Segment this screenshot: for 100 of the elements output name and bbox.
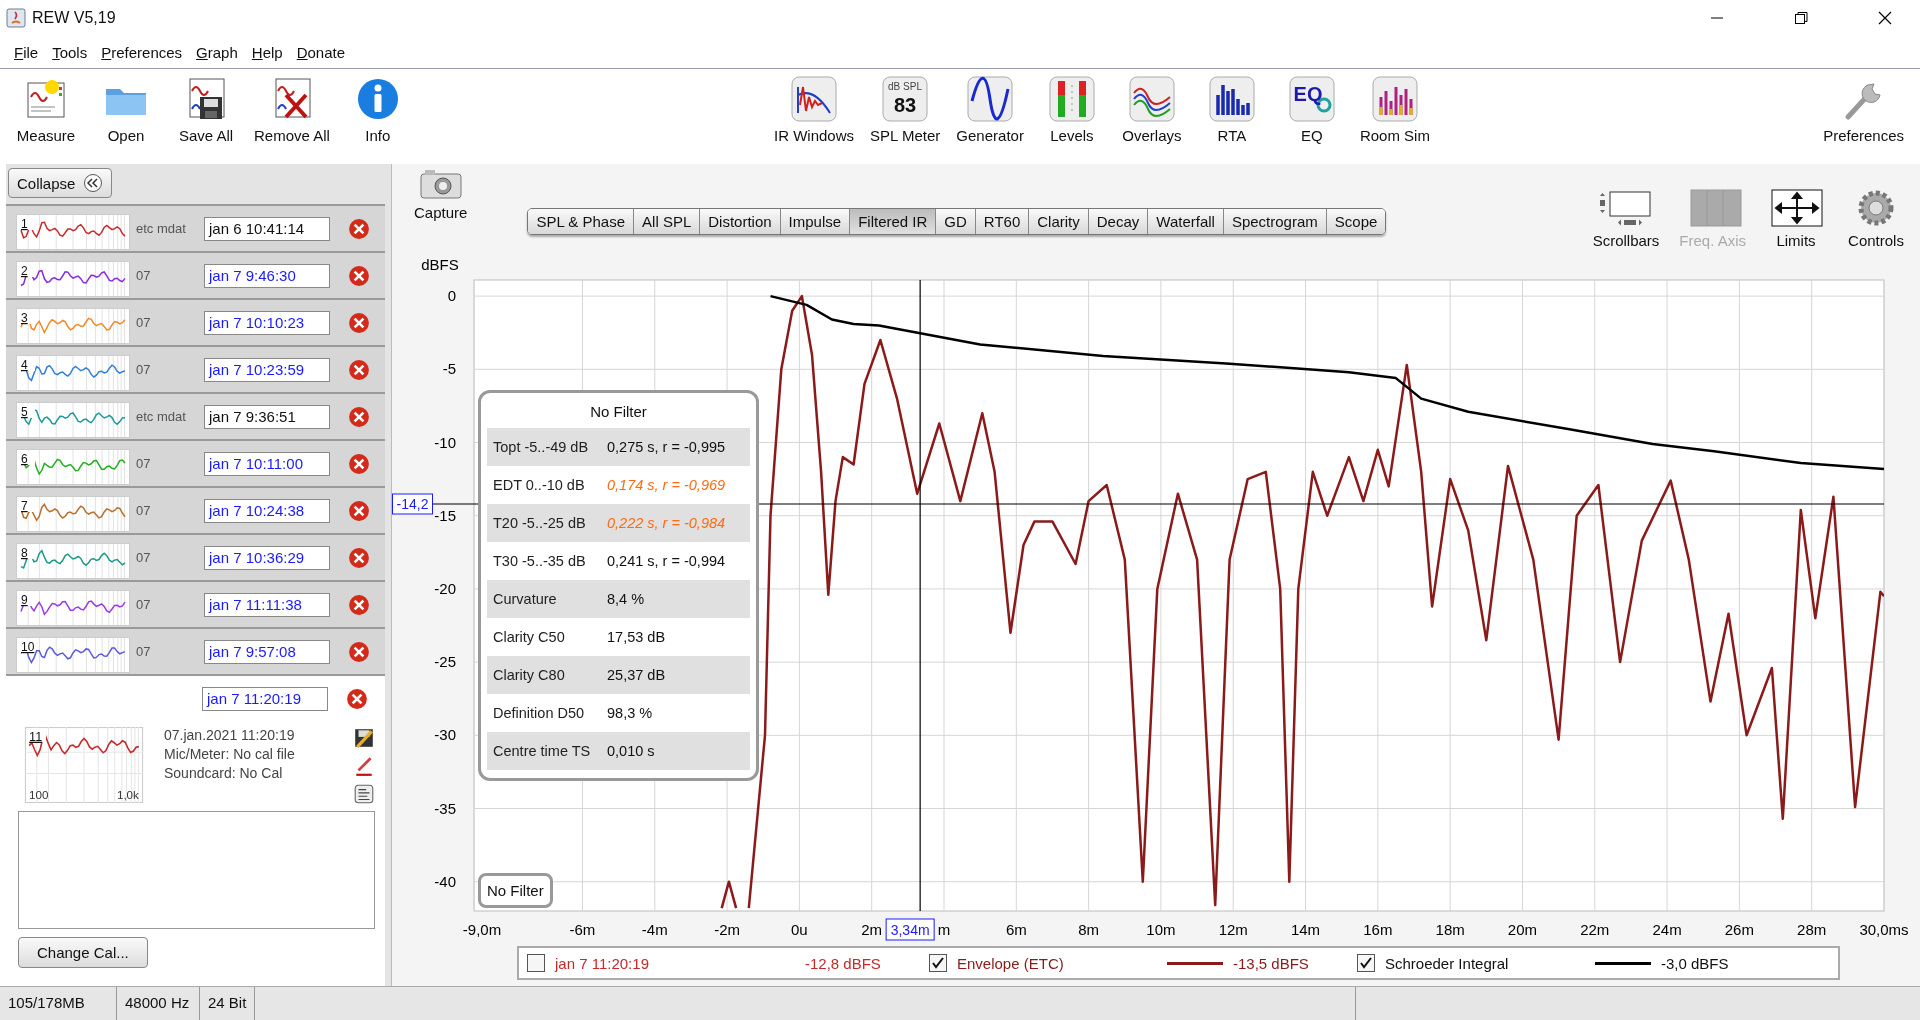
- measurement-item[interactable]: 5 etc mdat jan 7 9:36:51: [6, 392, 385, 439]
- measurement-name-field[interactable]: jan 7 9:46:30: [204, 263, 330, 288]
- toolbar-button[interactable]: Open: [86, 75, 166, 144]
- graph-tab[interactable]: Filtered IR: [850, 209, 937, 234]
- checkbox[interactable]: [929, 954, 947, 972]
- menu-item[interactable]: File: [14, 43, 39, 61]
- measurement-note: 07: [136, 455, 152, 472]
- measurement-item[interactable]: 9 07 jan 7 11:11:38: [6, 580, 385, 627]
- meter-icon: dB SPL 83: [881, 75, 930, 123]
- response-thumbnail: 8: [16, 543, 130, 579]
- restore-icon[interactable]: [1793, 10, 1809, 26]
- measurement-name-field[interactable]: jan 7 10:11:00: [204, 451, 330, 476]
- menu-item[interactable]: Preferences: [101, 43, 183, 61]
- remove-icon[interactable]: [348, 452, 370, 475]
- axis-tick-label: 8m: [1078, 921, 1100, 938]
- graph-tab[interactable]: Scope: [1326, 209, 1386, 234]
- measurement-item[interactable]: 7 07 jan 7 10:24:38: [6, 486, 385, 533]
- measurement-name-field[interactable]: jan 7 10:23:59: [204, 357, 330, 382]
- measurement-item[interactable]: 8 07 jan 7 10:36:29: [6, 533, 385, 580]
- graph-tab[interactable]: Decay: [1088, 209, 1149, 234]
- remove-icon[interactable]: [348, 311, 370, 334]
- toolbar-button[interactable]: dB SPL 83 SPL Meter: [862, 75, 949, 144]
- notes-field[interactable]: [18, 811, 375, 929]
- remove-icon[interactable]: [348, 499, 370, 522]
- measurement-name-field[interactable]: jan 7 11:20:19: [202, 686, 328, 711]
- toolbar-button[interactable]: EQ EQ: [1271, 75, 1352, 144]
- axis-tick-label: -6m: [569, 921, 596, 938]
- toolbar-button[interactable]: Save All: [166, 75, 246, 144]
- measurement-name-field[interactable]: jan 7 10:10:23: [204, 310, 330, 335]
- measurement-note: 07: [136, 502, 152, 519]
- measurement-name-field[interactable]: jan 7 10:36:29: [204, 545, 330, 570]
- remove-icon[interactable]: [348, 640, 370, 663]
- axis-tick-label: -15: [434, 506, 456, 524]
- remove-icon[interactable]: [348, 264, 370, 287]
- save-pencil-icon[interactable]: [353, 727, 375, 749]
- filter-button[interactable]: No Filter: [478, 873, 553, 908]
- toolbar-button[interactable]: Preferences: [1815, 75, 1912, 144]
- graph-tab[interactable]: GD: [936, 209, 976, 234]
- menu-item[interactable]: Help: [251, 43, 283, 61]
- measurement-item[interactable]: 2 07 jan 7 9:46:30: [6, 251, 385, 298]
- toolbar-button[interactable]: Measure: [6, 75, 86, 144]
- pen-icon[interactable]: [353, 755, 375, 777]
- stat-label: Topt -5..-49 dB: [493, 439, 590, 455]
- axis-tick-label: -2m: [714, 921, 740, 938]
- toolbar-button[interactable]: IR Windows: [766, 75, 863, 144]
- menu-item[interactable]: Donate: [296, 43, 346, 61]
- graph-tab[interactable]: Spectrogram: [1223, 209, 1327, 234]
- menu-item[interactable]: Graph: [196, 43, 238, 61]
- cursor-readout: -14,2: [392, 493, 433, 515]
- graph-tab[interactable]: All SPL: [634, 209, 701, 234]
- remove-icon[interactable]: [348, 358, 370, 381]
- graph-tool-button[interactable]: Limits: [1760, 188, 1832, 249]
- measurement-name-field[interactable]: jan 7 9:57:08: [204, 639, 330, 664]
- soundcard-calibration: Soundcard: No Cal: [164, 765, 284, 781]
- notes-icon[interactable]: [353, 783, 375, 805]
- measurement-item[interactable]: 6 07 jan 7 10:11:00: [6, 439, 385, 486]
- toolbar-button[interactable]: Generator: [948, 75, 1032, 144]
- measurement-item[interactable]: 10 07 jan 7 9:57:08: [6, 627, 385, 674]
- collapse-button[interactable]: Collapse: [8, 168, 113, 198]
- remove-icon[interactable]: [346, 687, 368, 710]
- graph-tool-button[interactable]: Scrollbars: [1586, 188, 1666, 249]
- remove-icon[interactable]: [348, 593, 370, 616]
- graph-tab[interactable]: Distortion: [700, 209, 781, 234]
- measurement-name-field[interactable]: jan 7 10:24:38: [204, 498, 330, 523]
- graph-tab[interactable]: Waterfall: [1148, 209, 1224, 234]
- toolbar-button[interactable]: RTA: [1191, 75, 1272, 144]
- graph-tab[interactable]: SPL & Phase: [528, 209, 635, 234]
- menu-item[interactable]: Tools: [52, 43, 88, 61]
- change-cal-button[interactable]: Change Cal...: [18, 937, 148, 968]
- toolbar-button[interactable]: Remove All: [246, 75, 338, 144]
- toolbar-button[interactable]: Levels: [1031, 75, 1112, 144]
- response-thumbnail: 10: [16, 637, 130, 673]
- close-icon[interactable]: [1877, 10, 1893, 26]
- toolbar-button[interactable]: Overlays: [1111, 75, 1192, 144]
- checkbox[interactable]: [1357, 954, 1375, 972]
- measurement-item[interactable]: 1 etc mdat jan 6 10:41:14: [6, 204, 385, 251]
- measurement-name-field[interactable]: jan 7 9:36:51: [204, 404, 330, 429]
- capture-button[interactable]: Capture: [414, 168, 468, 221]
- graph-tool-button[interactable]: Controls: [1840, 188, 1912, 249]
- stat-label: Definition D50: [493, 705, 586, 721]
- measurement-item[interactable]: 4 07 jan 7 10:23:59: [6, 345, 385, 392]
- measurement-name-field[interactable]: jan 6 10:41:14: [204, 216, 330, 241]
- stat-value: 98,3 %: [607, 705, 653, 721]
- graph-tab[interactable]: Impulse: [780, 209, 851, 234]
- graph-tab[interactable]: RT60: [975, 209, 1030, 234]
- toolbar-button[interactable]: Room Sim: [1351, 75, 1438, 144]
- axis-tick-label: 20m: [1507, 921, 1538, 938]
- axis-tick-label: -40: [434, 872, 456, 890]
- measurement-item[interactable]: 3 07 jan 7 10:10:23: [6, 298, 385, 345]
- remove-icon[interactable]: [348, 217, 370, 240]
- measurement-name-field[interactable]: jan 7 11:11:38: [204, 592, 330, 617]
- axis-tick-label: 6m: [1005, 921, 1027, 938]
- remove-icon[interactable]: [348, 405, 370, 428]
- remove-icon[interactable]: [348, 546, 370, 569]
- measurement-note: 07: [136, 267, 152, 284]
- graph-tab[interactable]: Clarity: [1029, 209, 1089, 234]
- axis-tick-label: 30,0ms: [1859, 921, 1909, 938]
- checkbox[interactable]: [527, 954, 545, 972]
- measurement-item[interactable]: jan 7 11:20:19 11 100 1,0k 07.jan.2021 11:20:19 Mic/Meter: No cal file Soundcard: No Cal Change Cal...: [6, 674, 385, 986]
- toolbar-button[interactable]: Info: [337, 75, 418, 144]
